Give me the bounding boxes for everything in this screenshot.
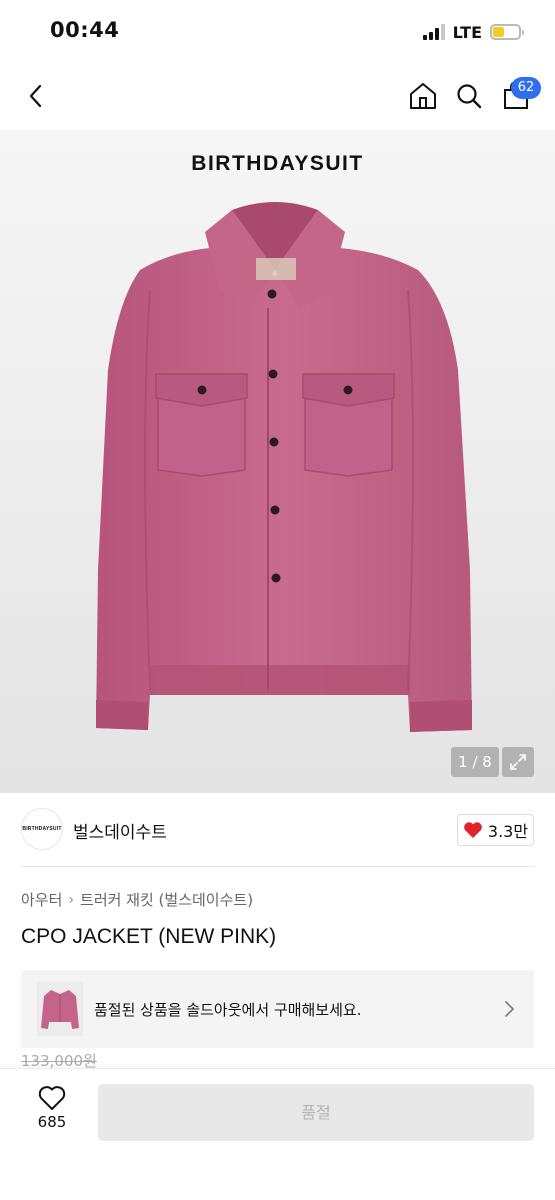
battery-icon [490, 24, 524, 40]
brand-like-button[interactable]: 3.3만 [457, 814, 534, 846]
wishlist-button[interactable]: 685 [24, 1085, 80, 1141]
heart-outline-icon [38, 1086, 66, 1110]
home-icon [410, 83, 436, 109]
nav-bar [0, 62, 555, 130]
status-bar: 00:44 LTE [0, 0, 555, 62]
bottom-action-bar: 685 품절 [0, 1068, 555, 1200]
expand-image-button[interactable] [502, 747, 534, 777]
product-image[interactable]: BIRTHDAYSUIT 1 / 8 [0, 130, 555, 793]
soldout-button[interactable]: 품절 [98, 1084, 534, 1141]
heart-filled-icon [464, 822, 482, 838]
soldout-banner[interactable]: 품절된 상품을 솔드아웃에서 구매해보세요. [21, 970, 534, 1048]
expand-icon [510, 754, 526, 770]
signal-icon [422, 24, 445, 40]
breadcrumb-subcategory[interactable]: 트러커 재킷 (벌스데이수트) [80, 889, 253, 910]
brand-like-count: 3.3만 [487, 822, 529, 841]
chevron-left-icon [29, 84, 42, 108]
brand-logo[interactable]: BIRTHDAYSUIT [21, 808, 63, 850]
breadcrumb-category[interactable]: 아우터 [21, 889, 62, 910]
image-page-indicator: 1 / 8 [451, 747, 499, 777]
jacket-image [96, 202, 472, 732]
search-button[interactable] [449, 76, 489, 116]
brand-name[interactable]: 벌스데이수트 [73, 818, 167, 843]
home-button[interactable] [403, 76, 443, 116]
status-indicators: LTE [422, 22, 524, 42]
divider [21, 866, 534, 867]
breadcrumb: 아우터 › 트러커 재킷 (벌스데이수트) [21, 889, 253, 910]
chevron-right-icon: › [68, 891, 75, 908]
brand-row[interactable]: BIRTHDAYSUIT 벌스데이수트 3.3만 [21, 806, 534, 854]
search-icon [457, 84, 482, 109]
status-time: 00:44 [50, 18, 120, 42]
back-button[interactable] [17, 76, 57, 116]
product-title: CPO JACKET (NEW PINK) [21, 925, 277, 948]
product-thumbnail [37, 982, 83, 1036]
soldout-banner-text: 품절된 상품을 솔드아웃에서 구매해보세요. [94, 1001, 362, 1019]
chevron-right-icon [505, 1001, 514, 1017]
wishlist-count: 685 [37, 1113, 67, 1131]
network-type: LTE [452, 22, 482, 42]
cart-count-badge: 62 [511, 77, 541, 99]
